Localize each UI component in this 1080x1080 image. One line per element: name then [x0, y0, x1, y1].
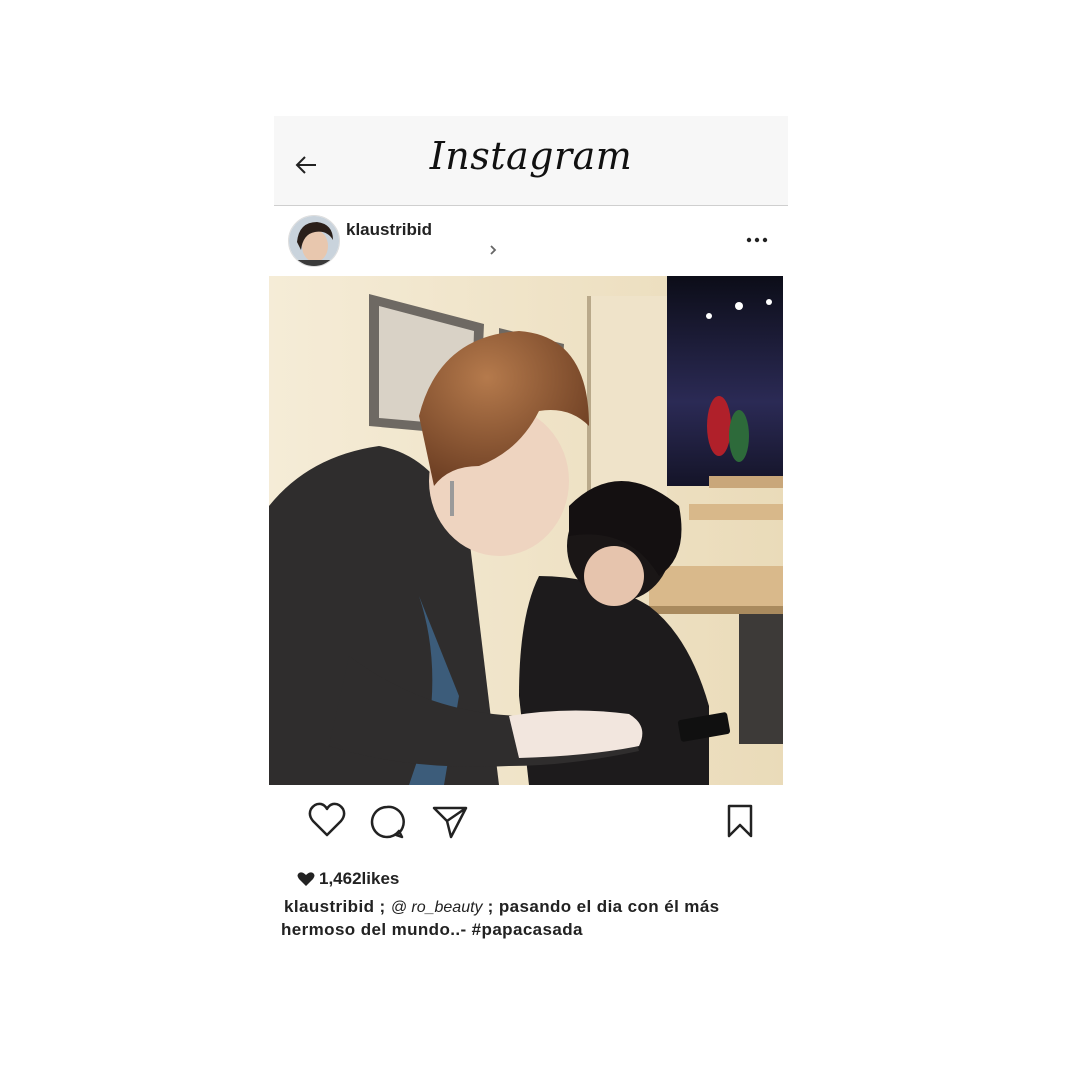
heart-icon[interactable]	[308, 802, 346, 838]
comment-icon[interactable]	[369, 804, 405, 840]
post-photo[interactable]	[269, 276, 783, 785]
likes-count[interactable]: 1,462 likes	[297, 869, 399, 889]
avatar[interactable]	[288, 215, 340, 267]
more-horizontal-icon[interactable]	[746, 236, 768, 244]
post-caption: klaustribid ; @ ro_beauty ; pasando el d…	[281, 896, 781, 941]
heart-filled-icon	[297, 872, 315, 886]
send-icon[interactable]	[432, 805, 468, 839]
caption-mention[interactable]: @ ro_beauty	[391, 899, 483, 916]
app-header: Instagram	[274, 116, 788, 206]
bookmark-icon[interactable]	[726, 804, 754, 838]
post-header: klaustribid	[274, 206, 788, 276]
instagram-logo: Instagram	[429, 134, 633, 178]
likes-suffix: likes	[361, 869, 400, 888]
post-actions	[274, 800, 788, 848]
caption-username[interactable]: klaustribid	[281, 897, 374, 916]
post-username[interactable]: klaustribid	[346, 220, 432, 240]
caption-separator: ;	[374, 897, 391, 916]
chevron-right-icon[interactable]	[487, 243, 499, 257]
likes-number: 1,462	[319, 869, 362, 888]
